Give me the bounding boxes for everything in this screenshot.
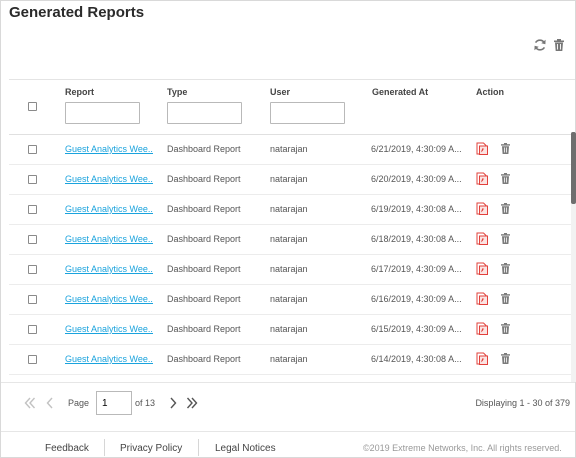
trash-icon[interactable] — [501, 203, 510, 214]
report-link[interactable]: Guest Analytics Wee... — [65, 234, 153, 244]
trash-icon[interactable] — [501, 323, 510, 334]
column-header-action: Action — [476, 87, 504, 97]
pdf-icon[interactable] — [476, 142, 488, 155]
row-checkbox[interactable] — [28, 145, 37, 154]
report-user: natarajan — [270, 144, 308, 154]
feedback-link[interactable]: Feedback — [45, 443, 89, 454]
generated-at: 6/18/2019, 4:30:08 A... — [371, 234, 462, 244]
report-link[interactable]: Guest Analytics Wee... — [65, 294, 153, 304]
table-body: Guest Analytics Wee... Dashboard Report na… — [9, 135, 575, 383]
report-user: natarajan — [270, 234, 308, 244]
row-checkbox[interactable] — [28, 175, 37, 184]
report-link[interactable]: Guest Analytics Wee... — [65, 354, 153, 364]
trash-icon[interactable] — [501, 233, 510, 244]
privacy-policy-link[interactable]: Privacy Policy — [120, 443, 182, 454]
table-row[interactable]: Guest Analytics Wee... Dashboard Report na… — [9, 285, 575, 315]
first-page-icon[interactable] — [23, 396, 37, 410]
previous-page-icon[interactable] — [43, 396, 57, 410]
page-title: Generated Reports — [9, 4, 145, 21]
generated-at: 6/21/2019, 4:30:09 A... — [371, 144, 462, 154]
pdf-icon[interactable] — [476, 292, 488, 305]
report-link[interactable]: Guest Analytics Wee... — [65, 174, 153, 184]
table-scrollbar-thumb[interactable] — [571, 132, 576, 204]
footer: Feedback Privacy Policy Legal Notices ©2… — [1, 431, 575, 458]
report-link[interactable]: Guest Analytics Wee... — [65, 324, 153, 334]
report-type: Dashboard Report — [167, 234, 241, 244]
report-type: Dashboard Report — [167, 144, 241, 154]
row-checkbox[interactable] — [28, 355, 37, 364]
row-checkbox[interactable] — [28, 295, 37, 304]
trash-icon[interactable] — [552, 38, 566, 52]
table-row[interactable]: Guest Analytics Wee... Dashboard Report na… — [9, 225, 575, 255]
row-checkbox[interactable] — [28, 235, 37, 244]
generated-at: 6/14/2019, 4:30:08 A... — [371, 354, 462, 364]
page-label: Page — [68, 398, 90, 408]
last-page-icon[interactable] — [185, 396, 199, 410]
copyright-text: ©2019 Extreme Networks, Inc. All rights … — [363, 443, 562, 453]
table-row[interactable]: Guest Analytics Wee... Dashboard Report na… — [9, 195, 575, 225]
row-checkbox[interactable] — [28, 265, 37, 274]
report-type: Dashboard Report — [167, 264, 241, 274]
displaying-count: Displaying 1 - 30 of 379 — [475, 398, 570, 408]
table-row[interactable]: Guest Analytics Wee... Dashboard Report na… — [9, 315, 575, 345]
report-link[interactable]: Guest Analytics Wee... — [65, 204, 153, 214]
row-checkbox[interactable] — [28, 325, 37, 334]
report-type: Dashboard Report — [167, 204, 241, 214]
row-checkbox[interactable] — [28, 205, 37, 214]
generated-reports-panel: Generated Reports Report Type User Gener… — [0, 0, 576, 458]
trash-icon[interactable] — [501, 263, 510, 274]
column-header-report: Report — [65, 87, 94, 97]
report-type: Dashboard Report — [167, 324, 241, 334]
type-filter-input[interactable] — [167, 102, 242, 124]
pagination-bar: Page of 13 Displaying 1 - 30 of 379 — [1, 382, 575, 425]
pdf-icon[interactable] — [476, 202, 488, 215]
report-type: Dashboard Report — [167, 294, 241, 304]
table-row[interactable]: Guest Analytics Wee... Dashboard Report na… — [9, 135, 575, 165]
pdf-icon[interactable] — [476, 322, 488, 335]
report-user: natarajan — [270, 354, 308, 364]
table-row[interactable]: Guest Analytics Wee... Dashboard Report na… — [9, 345, 575, 375]
report-user: natarajan — [270, 264, 308, 274]
generated-at: 6/17/2019, 4:30:09 A... — [371, 264, 462, 274]
report-type: Dashboard Report — [167, 174, 241, 184]
generated-at: 6/19/2019, 4:30:08 A... — [371, 204, 462, 214]
generated-at: 6/16/2019, 4:30:09 A... — [371, 294, 462, 304]
page-number-input[interactable] — [96, 391, 132, 415]
column-header-type: Type — [167, 87, 188, 97]
pdf-icon[interactable] — [476, 172, 488, 185]
pdf-icon[interactable] — [476, 352, 488, 365]
table-header: Report Type User Generated At Action — [9, 80, 575, 135]
reports-table: Report Type User Generated At Action Gue… — [9, 79, 575, 383]
legal-notices-link[interactable]: Legal Notices — [215, 443, 276, 454]
trash-icon[interactable] — [501, 293, 510, 304]
user-filter-input[interactable] — [270, 102, 345, 124]
report-link[interactable]: Guest Analytics Wee... — [65, 144, 153, 154]
footer-divider — [104, 439, 105, 456]
table-row[interactable]: Guest Analytics Wee... Dashboard Report na… — [9, 165, 575, 195]
footer-divider — [198, 439, 199, 456]
select-all-checkbox[interactable] — [28, 102, 37, 111]
report-link[interactable]: Guest Analytics Wee... — [65, 264, 153, 274]
next-page-icon[interactable] — [166, 396, 180, 410]
report-user: natarajan — [270, 204, 308, 214]
report-type: Dashboard Report — [167, 354, 241, 364]
trash-icon[interactable] — [501, 173, 510, 184]
report-filter-input[interactable] — [65, 102, 140, 124]
generated-at: 6/20/2019, 4:30:09 A... — [371, 174, 462, 184]
column-header-generated-at: Generated At — [372, 87, 429, 97]
page-count-label: of 13 — [135, 398, 156, 408]
report-user: natarajan — [270, 324, 308, 334]
report-user: natarajan — [270, 294, 308, 304]
pdf-icon[interactable] — [476, 262, 488, 275]
column-header-user: User — [270, 87, 291, 97]
generated-at: 6/15/2019, 4:30:09 A... — [371, 324, 462, 334]
trash-icon[interactable] — [501, 143, 510, 154]
trash-icon[interactable] — [501, 353, 510, 364]
refresh-icon[interactable] — [533, 38, 547, 52]
pdf-icon[interactable] — [476, 232, 488, 245]
table-row[interactable]: Guest Analytics Wee... Dashboard Report na… — [9, 255, 575, 285]
report-user: natarajan — [270, 174, 308, 184]
